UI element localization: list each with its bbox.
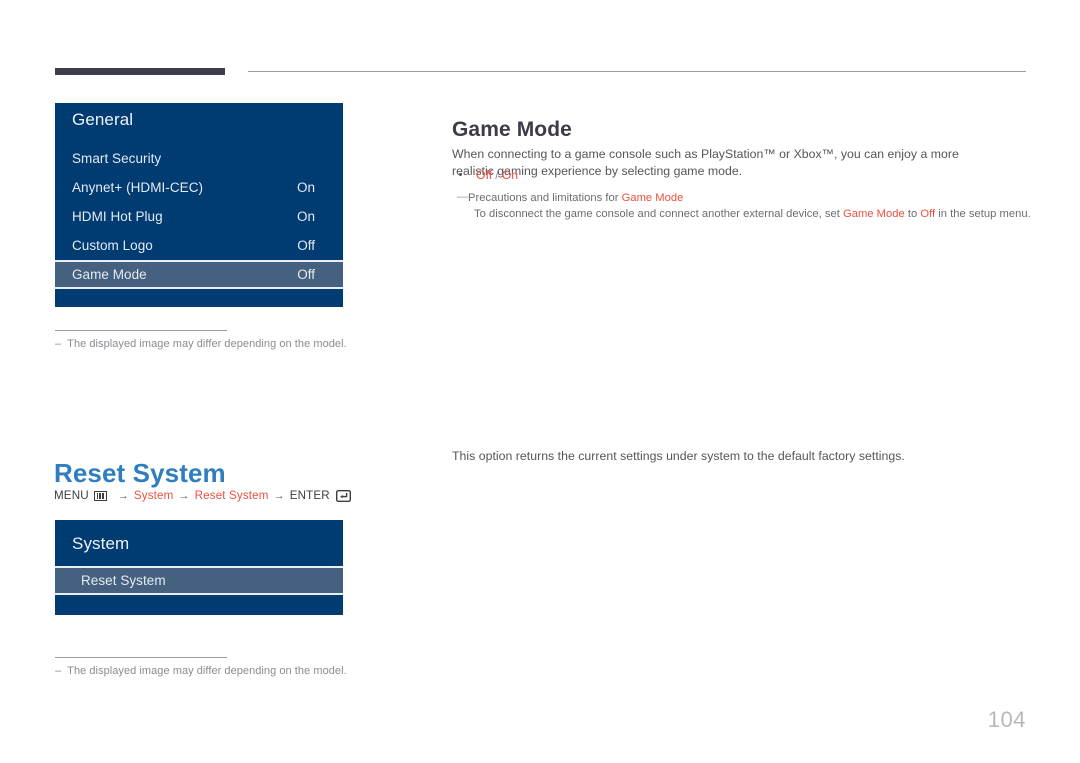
- osd-title-general: General: [72, 110, 134, 129]
- option-on: On: [501, 168, 519, 182]
- footnote-dash-icon: –: [55, 338, 62, 350]
- osd-footer-strip-system: [55, 595, 343, 615]
- osd-row-label: HDMI Hot Plug: [72, 209, 163, 224]
- note-line-2-post: in the setup menu.: [935, 208, 1031, 220]
- note-line-1: Precautions and limitations for Game Mod…: [457, 190, 1032, 206]
- osd-row-smart-security[interactable]: Smart Security: [55, 144, 343, 173]
- page-number: 104: [987, 707, 1026, 732]
- osd-row-value: Off: [297, 238, 315, 253]
- page-title-game-mode: Game Mode: [452, 118, 572, 142]
- osd-row-custom-logo[interactable]: Custom Logo Off: [55, 231, 343, 260]
- osd-row-game-mode-selected[interactable]: Game Mode Off: [55, 260, 343, 289]
- footnote-1: – The displayed image may differ dependin…: [55, 338, 347, 350]
- game-mode-options: Off / On: [459, 168, 518, 182]
- menu-path-step-system: System: [133, 489, 174, 502]
- menu-path-arrow-3: →: [273, 489, 285, 502]
- osd-row-value: Off: [297, 267, 315, 282]
- note-line-2-text: To disconnect the game console and conne…: [474, 208, 843, 220]
- game-mode-precaution-note: — Precautions and limitations for Game M…: [457, 190, 1032, 222]
- bullet-dot-icon: [459, 173, 462, 177]
- osd-footer-strip-general: [55, 289, 343, 307]
- footnote-text: The displayed image may differ depending…: [67, 665, 347, 677]
- menu-path-arrow-2: →: [178, 489, 190, 502]
- osd-header-system: System: [55, 520, 343, 566]
- menu-path-arrow-1: →: [117, 489, 129, 502]
- osd-row-value: On: [296, 209, 315, 224]
- note-line-2-mid: to: [904, 208, 921, 220]
- osd-row-reset-system-selected[interactable]: Reset System: [55, 566, 343, 595]
- osd-panel-general: General Smart Security Anynet+ (HDMI-CEC…: [55, 103, 343, 307]
- note-line-1-highlight: Game Mode: [621, 192, 684, 204]
- osd-rows-general: Smart Security Anynet+ (HDMI-CEC) On HDM…: [55, 139, 343, 289]
- menu-path-menu-label: MENU: [54, 489, 89, 502]
- game-mode-description: When connecting to a game console such a…: [452, 147, 959, 179]
- osd-row-label: Smart Security: [72, 151, 162, 166]
- header-divider-rule: [248, 71, 1026, 72]
- note-line-1-text: Precautions and limitations for: [468, 192, 622, 204]
- osd-title-system: System: [72, 534, 130, 553]
- osd-row-label: Custom Logo: [72, 238, 153, 253]
- menu-path-enter-label: ENTER: [289, 489, 330, 502]
- enter-key-icon: [335, 489, 351, 502]
- osd-row-label: Reset System: [81, 573, 166, 588]
- osd-row-label: Anynet+ (HDMI-CEC): [72, 180, 204, 195]
- footnote-text: The displayed image may differ depending…: [67, 338, 347, 350]
- footnote-rule-1: [55, 330, 227, 331]
- option-separator: /: [495, 168, 499, 182]
- page-title-reset-system: Reset System: [54, 457, 226, 488]
- note-line-2-highlight-2: Off: [920, 208, 936, 220]
- menu-path-step-reset-system: Reset System: [194, 489, 269, 502]
- osd-row-anynet[interactable]: Anynet+ (HDMI-CEC) On: [55, 173, 343, 202]
- osd-header-general: General: [55, 103, 343, 139]
- menu-path-reset-system: MENU → System → Reset System → ENTER: [54, 489, 351, 502]
- footnote-rule-2: [55, 657, 227, 658]
- footnote-2: – The displayed image may differ dependin…: [55, 665, 347, 677]
- option-off: Off: [476, 168, 493, 182]
- osd-row-hdmi-hot-plug[interactable]: HDMI Hot Plug On: [55, 202, 343, 231]
- osd-row-label: Game Mode: [72, 267, 147, 282]
- footnote-dash-icon: –: [55, 665, 62, 677]
- reset-system-description: This option returns the current settings…: [452, 449, 905, 464]
- header-accent-bar: [55, 68, 225, 75]
- note-line-2: To disconnect the game console and conne…: [457, 206, 1032, 222]
- note-dash-icon: —: [457, 191, 469, 203]
- menu-icon: [93, 490, 107, 501]
- note-line-2-highlight-1: Game Mode: [843, 208, 905, 220]
- osd-row-value: On: [296, 180, 315, 195]
- osd-panel-system: System Reset System: [55, 520, 343, 615]
- osd-rows-system: Reset System: [55, 566, 343, 595]
